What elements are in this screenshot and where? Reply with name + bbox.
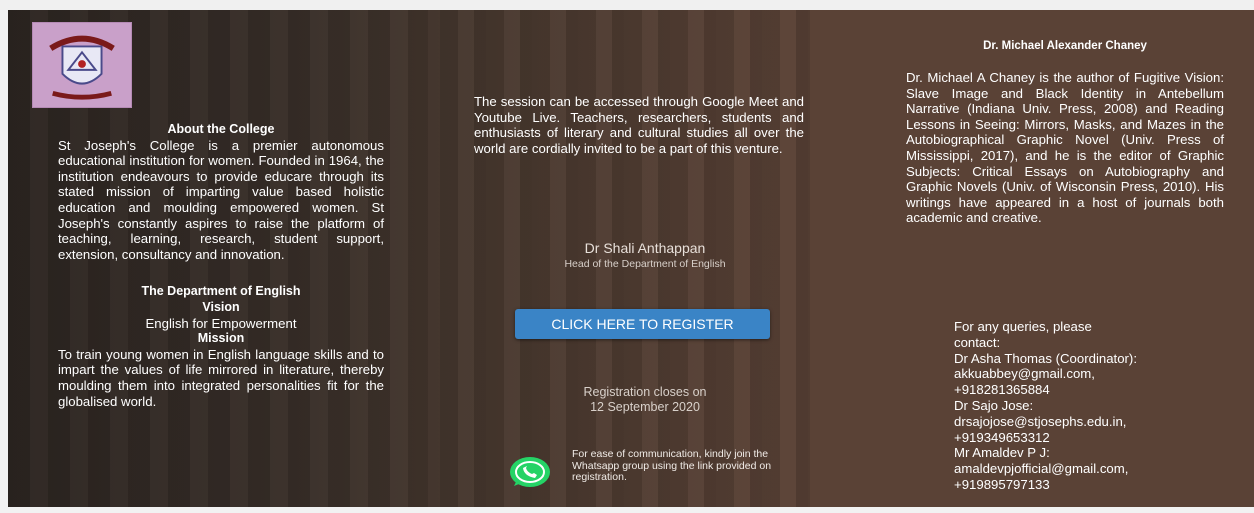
mission-title: Mission <box>197 331 245 346</box>
mission-text: To train young women in English language… <box>58 346 384 409</box>
contact-email[interactable]: drsajojose@stjosephs.edu.in, <box>954 414 1224 430</box>
contact-line: For any queries, please <box>954 319 1092 334</box>
vision-text: English for Empowerment <box>145 315 297 331</box>
college-crest-icon <box>32 22 132 108</box>
registration-deadline: Registration closes on 12 September 2020 <box>520 385 770 415</box>
left-border <box>0 10 8 507</box>
contact-phone: +918281365884 <box>954 382 1050 398</box>
session-info: The session can be accessed through Goog… <box>474 94 804 156</box>
event-flyer: About the College St Joseph's College is… <box>0 0 1254 513</box>
contact-line: Dr Asha Thomas (Coordinator): <box>954 350 1137 366</box>
contact-email[interactable]: amaldevpjofficial@gmail.com, <box>954 461 1224 477</box>
top-border <box>0 0 1254 10</box>
bottom-border <box>0 507 1254 513</box>
contact-email[interactable]: akkuabbey@gmail.com, <box>954 366 1224 382</box>
deadline-line-2: 12 September 2020 <box>590 400 700 414</box>
contact-line: Dr Sajo Jose: <box>954 397 1034 413</box>
department-title: The Department of English <box>141 284 301 299</box>
whatsapp-icon[interactable] <box>508 456 552 490</box>
about-text: St Joseph's College is a premier autonom… <box>58 137 384 262</box>
speaker-name: Dr Shali Anthappan <box>584 240 706 256</box>
speaker-bio-text: Dr. Michael A Chaney is the author of Fu… <box>906 70 1224 226</box>
left-panel: About the College St Joseph's College is… <box>58 122 384 409</box>
whatsapp-note: For ease of communication, kindly join t… <box>572 448 772 484</box>
contact-line: Mr Amaldev P J: <box>954 445 1050 461</box>
vision-title: Vision <box>202 299 240 314</box>
deadline-line-1: Registration closes on <box>583 385 707 399</box>
contact-phone: +919349653312 <box>954 429 1050 445</box>
speaker-role: Head of the Department of English <box>564 258 726 270</box>
about-title: About the College <box>167 122 275 136</box>
speaker-block: Dr Shali Anthappan Head of the Departmen… <box>500 240 790 270</box>
contact-block: For any queries, please contact: Dr Asha… <box>954 319 1224 493</box>
register-button[interactable]: CLICK HERE TO REGISTER <box>515 309 770 339</box>
contact-phone: +919895797133 <box>954 476 1050 492</box>
contact-line: contact: <box>954 334 1001 350</box>
speaker-bio-title: Dr. Michael Alexander Chaney <box>983 40 1147 52</box>
